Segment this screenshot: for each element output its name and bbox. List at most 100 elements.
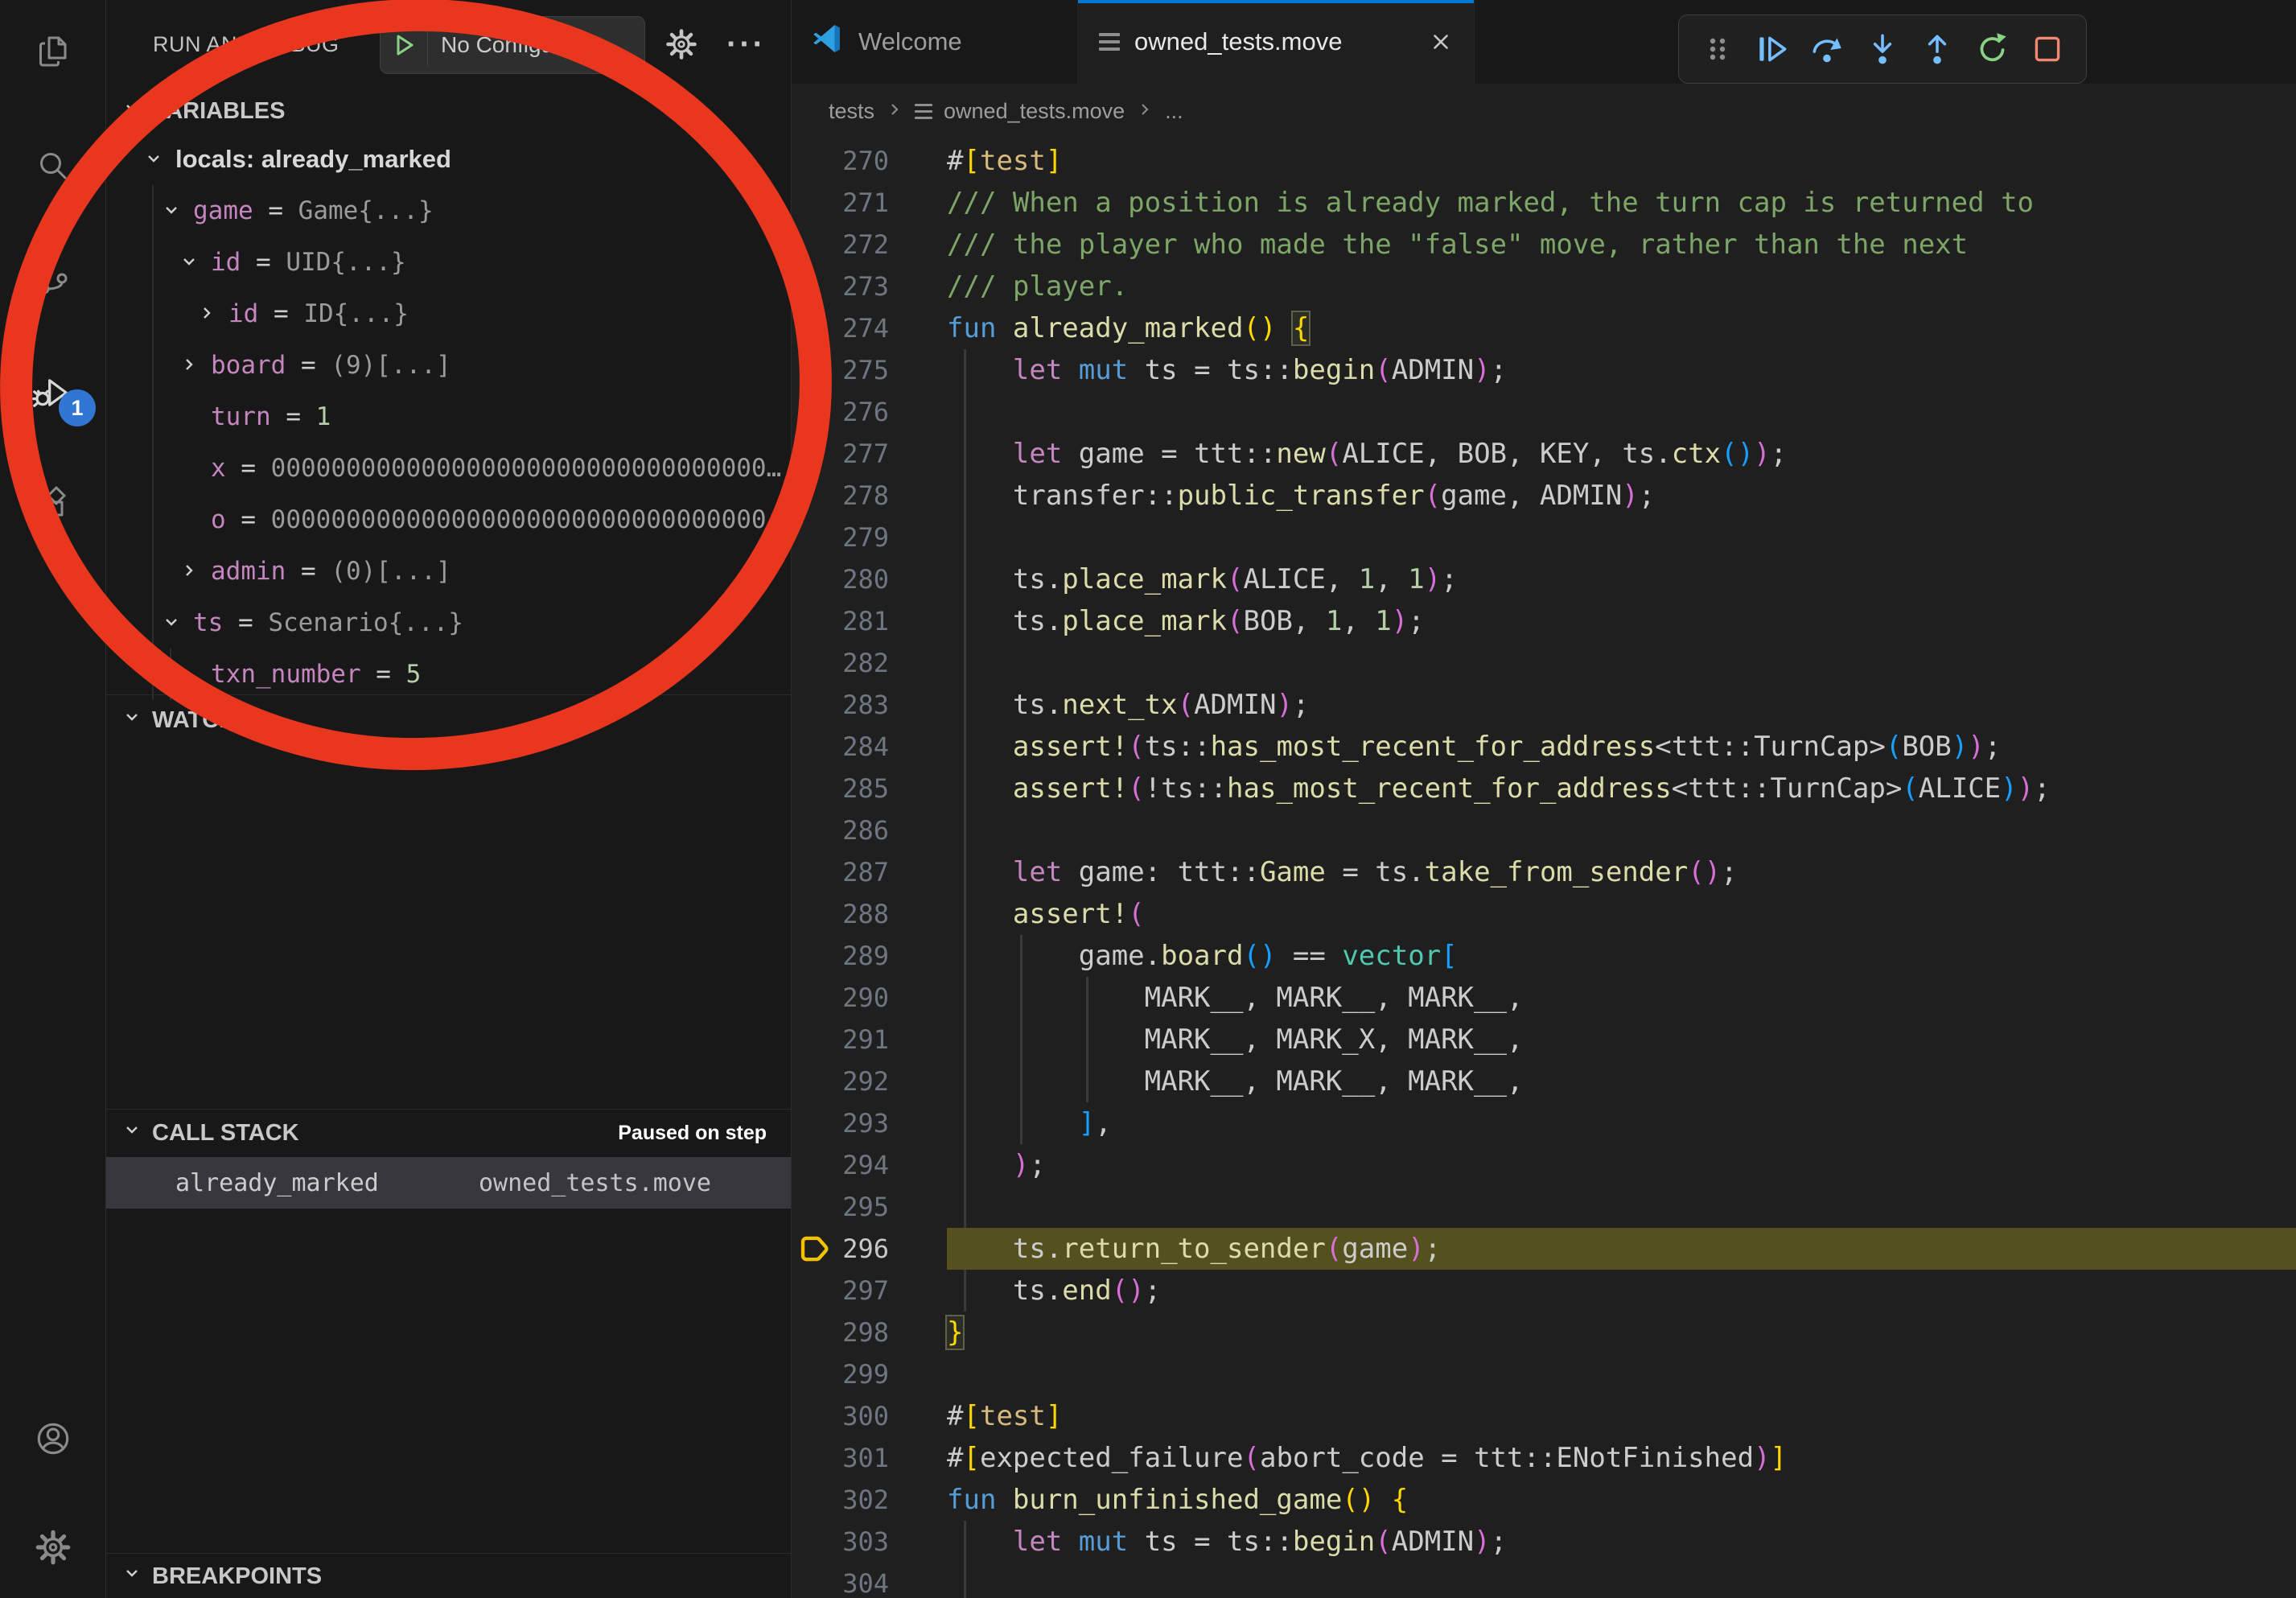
line-number[interactable]: 293 [791, 1102, 889, 1144]
variable-row-admin[interactable]: admin = (0)[...] [105, 546, 791, 597]
activity-item-extensions[interactable] [0, 465, 105, 546]
call-stack-section-header[interactable]: CALL STACK Paused on step [105, 1109, 791, 1156]
breakpoints-section-header[interactable]: BREAKPOINTS [105, 1553, 791, 1598]
code-line-303[interactable]: 303 let mut ts = ts::begin(ADMIN); [791, 1521, 2296, 1563]
line-number[interactable]: 298 [791, 1312, 889, 1353]
restart-button[interactable] [1970, 27, 2015, 72]
code-line-287[interactable]: 287 let game: ttt::Game = ts.take_from_s… [791, 851, 2296, 893]
line-number[interactable]: 304 [791, 1563, 889, 1598]
code-line-302[interactable]: 302fun burn_unfinished_game() { [791, 1479, 2296, 1521]
activity-item-explorer[interactable] [0, 14, 105, 94]
watch-section-header[interactable]: WATCH [105, 694, 791, 745]
line-number[interactable]: 294 [791, 1144, 889, 1186]
activity-item-search[interactable] [0, 129, 105, 209]
tab-owned-tests-move[interactable]: owned_tests.move [1078, 0, 1475, 84]
activity-item-settings[interactable] [0, 1509, 105, 1589]
code-line-294[interactable]: 294 ); [791, 1144, 2296, 1186]
code-editor[interactable]: 270#[test]271/// When a position is alre… [791, 138, 2296, 1598]
line-number[interactable]: 270 [791, 140, 889, 182]
debug-config-dropdown[interactable]: No Configur [380, 16, 645, 74]
code-line-280[interactable]: 280 ts.place_mark(ALICE, 1, 1); [791, 558, 2296, 600]
code-line-272[interactable]: 272/// the player who made the "false" m… [791, 224, 2296, 266]
debug-settings-button[interactable] [664, 27, 699, 66]
line-number[interactable]: 286 [791, 809, 889, 851]
line-number[interactable]: 289 [791, 935, 889, 977]
chevron-down-icon[interactable] [179, 251, 200, 272]
activity-item-run-debug[interactable]: 1 [0, 354, 105, 435]
code-line-273[interactable]: 273/// player. [791, 266, 2296, 307]
line-number[interactable]: 300 [791, 1395, 889, 1437]
line-number[interactable]: 290 [791, 977, 889, 1019]
line-number[interactable]: 297 [791, 1270, 889, 1312]
activity-item-account[interactable] [0, 1400, 105, 1481]
variable-row-o[interactable]: o = 000000000000000000000000000000000… [105, 494, 791, 546]
variable-row-ts[interactable]: ts = Scenario{...} [105, 597, 791, 649]
line-number[interactable]: 276 [791, 391, 889, 433]
code-line-282[interactable]: 282 [791, 642, 2296, 684]
line-number[interactable]: 302 [791, 1479, 889, 1521]
variable-row-id[interactable]: id = ID{...} [105, 288, 791, 340]
line-number[interactable]: 279 [791, 517, 889, 558]
code-line-304[interactable]: 304 [791, 1563, 2296, 1598]
step-over-button[interactable] [1805, 27, 1850, 72]
chevron-right-icon[interactable] [196, 303, 217, 323]
code-line-297[interactable]: 297 ts.end(); [791, 1270, 2296, 1312]
line-number[interactable]: 277 [791, 433, 889, 475]
code-line-271[interactable]: 271/// When a position is already marked… [791, 182, 2296, 224]
variable-row-txn_number[interactable]: txn_number = 5 [105, 649, 791, 700]
breadcrumb-item-more[interactable]: ... [1165, 99, 1183, 124]
code-line-292[interactable]: 292 MARK__, MARK__, MARK__, [791, 1061, 2296, 1102]
line-number[interactable]: 284 [791, 726, 889, 768]
code-line-275[interactable]: 275 let mut ts = ts::begin(ADMIN); [791, 349, 2296, 391]
chevron-down-icon[interactable] [161, 200, 182, 220]
code-line-278[interactable]: 278 transfer::public_transfer(game, ADMI… [791, 475, 2296, 517]
line-number[interactable]: 301 [791, 1437, 889, 1479]
variable-row-board[interactable]: board = (9)[...] [105, 340, 791, 391]
line-number[interactable]: 288 [791, 893, 889, 935]
code-line-298[interactable]: 298} [791, 1312, 2296, 1353]
tab-welcome[interactable]: Welcome [791, 0, 1078, 84]
line-number[interactable]: 292 [791, 1061, 889, 1102]
variable-row-turn[interactable]: turn = 1 [105, 391, 791, 443]
line-number[interactable]: 280 [791, 558, 889, 600]
activity-item-source-control[interactable] [0, 240, 105, 320]
line-number[interactable]: 275 [791, 349, 889, 391]
line-number[interactable]: 287 [791, 851, 889, 893]
variable-scope-row[interactable]: locals: already_marked [105, 134, 791, 185]
code-line-277[interactable]: 277 let game = ttt::new(ALICE, BOB, KEY,… [791, 433, 2296, 475]
code-line-279[interactable]: 279 [791, 517, 2296, 558]
line-number[interactable]: 285 [791, 768, 889, 809]
line-number[interactable]: 281 [791, 600, 889, 642]
drag-grip-handle[interactable] [1695, 27, 1740, 72]
chevron-right-icon[interactable] [179, 354, 200, 375]
code-line-274[interactable]: 274fun already_marked() { [791, 307, 2296, 349]
code-line-288[interactable]: 288 assert!( [791, 893, 2296, 935]
line-number[interactable]: 283 [791, 684, 889, 726]
code-line-296[interactable]: 296 ts.return_to_sender(game); [791, 1228, 2296, 1270]
line-number[interactable]: 299 [791, 1353, 889, 1395]
chevron-down-icon[interactable] [161, 612, 182, 632]
code-line-270[interactable]: 270#[test] [791, 140, 2296, 182]
stop-button[interactable] [2025, 27, 2070, 72]
variable-row-game[interactable]: game = Game{...} [105, 185, 791, 237]
code-line-299[interactable]: 299 [791, 1353, 2296, 1395]
code-line-286[interactable]: 286 [791, 809, 2296, 851]
code-line-301[interactable]: 301#[expected_failure(abort_code = ttt::… [791, 1437, 2296, 1479]
step-out-button[interactable] [1915, 27, 1960, 72]
chevron-right-icon[interactable] [179, 560, 200, 581]
code-line-291[interactable]: 291 MARK__, MARK_X, MARK__, [791, 1019, 2296, 1061]
more-actions-button[interactable]: ··· [726, 0, 766, 89]
call-stack-frame[interactable]: already_markedowned_tests.move [105, 1157, 791, 1209]
code-line-285[interactable]: 285 assert!(!ts::has_most_recent_for_add… [791, 768, 2296, 809]
line-number[interactable]: 296 [791, 1228, 889, 1270]
line-number[interactable]: 271 [791, 182, 889, 224]
code-line-283[interactable]: 283 ts.next_tx(ADMIN); [791, 684, 2296, 726]
line-number[interactable]: 272 [791, 224, 889, 266]
start-debug-button[interactable] [381, 17, 427, 73]
code-line-300[interactable]: 300#[test] [791, 1395, 2296, 1437]
code-line-295[interactable]: 295 [791, 1186, 2296, 1228]
line-number[interactable]: 295 [791, 1186, 889, 1228]
variables-section-header[interactable]: VARIABLES [105, 89, 791, 134]
breadcrumb-item-file[interactable]: owned_tests.move [944, 99, 1125, 124]
line-number[interactable]: 278 [791, 475, 889, 517]
